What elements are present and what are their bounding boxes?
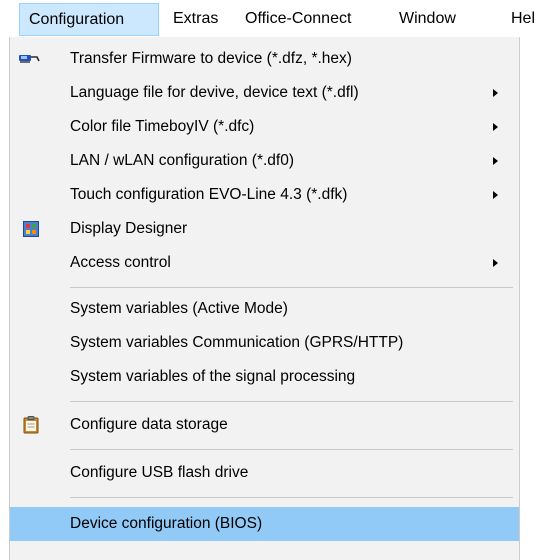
submenu-arrow-icon xyxy=(493,89,498,97)
menu-item-label: System variables of the signal processin… xyxy=(70,368,356,385)
menu-item-label: Configure data storage xyxy=(70,416,228,433)
menu-item-configure-data-storage[interactable]: Configure data storage xyxy=(10,409,519,441)
menu-separator xyxy=(70,401,513,402)
menu-item-label: Transfer Firmware to device (*.dfz, *.he… xyxy=(70,50,352,67)
menu-item-label: Language file for devive, device text (*… xyxy=(70,84,359,101)
submenu-arrow-icon xyxy=(493,123,498,131)
menu-item-system-variables-signal-processing[interactable]: System variables of the signal processin… xyxy=(10,361,519,393)
configuration-dropdown-menu: Transfer Firmware to device (*.dfz, *.he… xyxy=(9,37,520,560)
menu-separator xyxy=(70,449,513,450)
menu-item-system-variables-communication[interactable]: System variables Communication (GPRS/HTT… xyxy=(10,327,519,359)
submenu-arrow-icon xyxy=(493,191,498,199)
menu-item-color-file[interactable]: Color file TimeboyIV (*.dfc) xyxy=(10,111,519,143)
menu-item-display-designer[interactable]: Display Designer xyxy=(10,213,519,245)
menu-separator xyxy=(70,287,513,288)
submenu-arrow-icon xyxy=(493,157,498,165)
menu-help[interactable]: Hel xyxy=(511,4,535,34)
menu-item-label: Configure USB flash drive xyxy=(70,464,249,481)
menu-item-system-variables-active-mode[interactable]: System variables (Active Mode) xyxy=(10,293,519,325)
display-designer-icon xyxy=(23,221,39,237)
menu-bar: Configuration Extras Office-Connect Wind… xyxy=(0,0,539,38)
transfer-device-icon xyxy=(19,55,40,63)
menu-item-label: Touch configuration EVO-Line 4.3 (*.dfk) xyxy=(70,186,348,203)
menu-office-connect[interactable]: Office-Connect xyxy=(245,4,351,34)
menu-item-label: Display Designer xyxy=(70,220,188,237)
menu-extras[interactable]: Extras xyxy=(173,4,218,34)
menu-item-label: LAN / wLAN configuration (*.df0) xyxy=(70,152,294,169)
menu-item-device-configuration-bios[interactable]: Device configuration (BIOS) xyxy=(10,507,519,541)
menu-item-transfer-firmware[interactable]: Transfer Firmware to device (*.dfz, *.he… xyxy=(10,43,519,75)
menu-item-configure-usb-flash-drive[interactable]: Configure USB flash drive xyxy=(10,457,519,489)
menu-window[interactable]: Window xyxy=(399,4,456,34)
menu-item-touch-configuration[interactable]: Touch configuration EVO-Line 4.3 (*.dfk) xyxy=(10,179,519,211)
submenu-arrow-icon xyxy=(493,259,498,267)
menu-item-label: System variables (Active Mode) xyxy=(70,300,288,317)
menu-item-label: Color file TimeboyIV (*.dfc) xyxy=(70,118,255,135)
menu-item-access-control[interactable]: Access control xyxy=(10,247,519,279)
menu-item-label: System variables Communication (GPRS/HTT… xyxy=(70,334,404,351)
menu-item-label: Device configuration (BIOS) xyxy=(70,515,263,532)
menu-configuration[interactable]: Configuration xyxy=(19,3,159,36)
menu-item-label: Access control xyxy=(70,254,171,271)
clipboard-icon xyxy=(23,416,39,434)
menu-item-lan-wlan-configuration[interactable]: LAN / wLAN configuration (*.df0) xyxy=(10,145,519,177)
menu-item-language-file[interactable]: Language file for devive, device text (*… xyxy=(10,77,519,109)
menu-separator xyxy=(70,497,513,498)
